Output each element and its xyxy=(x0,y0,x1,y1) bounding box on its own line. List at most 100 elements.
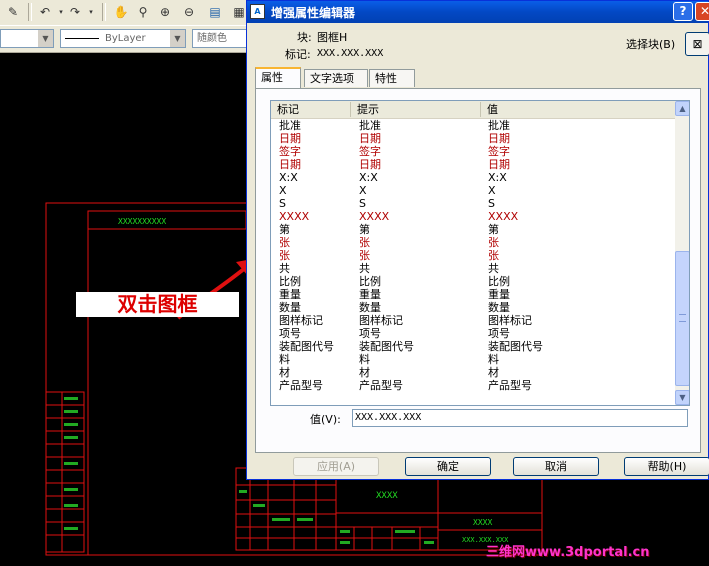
attribute-value-cell: 签字 xyxy=(488,145,510,158)
attribute-prompt-cell: 材 xyxy=(359,366,370,379)
apply-button[interactable]: 应用(A) xyxy=(293,457,379,476)
title-cell-top xyxy=(87,210,247,230)
enhanced-attribute-editor-dialog: A 增强属性编辑器 ? ✕ 块: 图框H 标记: XXX.XXX.XXX 选择块… xyxy=(246,0,709,480)
attribute-tag-cell: 日期 xyxy=(279,132,301,145)
attribute-row[interactable]: 张张张 xyxy=(271,236,675,249)
ok-button[interactable]: 确定 xyxy=(405,457,491,476)
attribute-prompt-cell: 日期 xyxy=(359,132,381,145)
attribute-tag-cell: 签字 xyxy=(279,145,301,158)
scroll-up-icon[interactable]: ▲ xyxy=(675,101,689,116)
app-icon: A xyxy=(250,4,265,19)
title-block-code-1: XXXX xyxy=(473,518,492,527)
value-input[interactable]: XXX.XXX.XXX xyxy=(352,409,688,427)
attribute-row[interactable]: XXXX XXXX XXXX xyxy=(271,210,675,223)
annotation-double-click-frame: 双击图框 xyxy=(76,292,239,317)
attribute-row[interactable]: 共共共 xyxy=(271,262,675,275)
attribute-value-cell: 日期 xyxy=(488,158,510,171)
attribute-row[interactable]: 项号 项号 项号 xyxy=(271,327,675,340)
tag-label: 标记: xyxy=(285,48,311,61)
attribute-prompt-cell: 项号 xyxy=(359,327,381,340)
attribute-row[interactable]: 产品型号 产品型号 产品型号 xyxy=(271,379,675,392)
attribute-prompt-cell: 图样标记 xyxy=(359,314,403,327)
attribute-prompt-cell: 共 xyxy=(359,262,370,275)
watermark-text: 三维网www.3dportal.cn xyxy=(486,545,650,560)
attribute-tag-cell: 项号 xyxy=(279,327,301,340)
attribute-row[interactable]: 第第第 xyxy=(271,223,675,236)
attribute-value-cell: 比例 xyxy=(488,275,510,288)
attribute-row[interactable]: 材材材 xyxy=(271,366,675,379)
attribute-value-cell: 项号 xyxy=(488,327,510,340)
attribute-tag-cell: 材 xyxy=(279,366,290,379)
attribute-tag-cell: 重量 xyxy=(279,288,301,301)
title-block-main-text: XXXX xyxy=(376,491,398,501)
attribute-value-cell: 批准 xyxy=(488,119,510,132)
attribute-row[interactable]: 料料料 xyxy=(271,353,675,366)
titlebar-help-button[interactable]: ? xyxy=(673,2,693,21)
attribute-tag-cell: 批准 xyxy=(279,119,301,132)
attribute-value-cell: 产品型号 xyxy=(488,379,532,392)
block-label: 块: xyxy=(297,31,312,44)
attributes-tab-panel: 标记 提示 值 批准 批准 批准 日期 日期 日期 签字 签字 签字 日期 日期 日期 X:X X:X X:… xyxy=(255,88,701,453)
attribute-tag-cell: 装配图代号 xyxy=(279,340,334,353)
attribute-tag-cell: 日期 xyxy=(279,158,301,171)
scroll-thumb[interactable] xyxy=(675,251,689,386)
attribute-value-cell: XXXX xyxy=(488,210,519,223)
attribute-value-cell: S xyxy=(488,197,495,210)
list-vertical-scrollbar[interactable]: ▲ ▼ xyxy=(675,101,689,405)
attribute-row[interactable]: 图样标记 图样标记 图样标记 xyxy=(271,314,675,327)
attribute-tag-cell: 料 xyxy=(279,353,290,366)
tab-properties[interactable]: 特性 xyxy=(369,69,415,87)
tab-attributes[interactable]: 属性 xyxy=(255,67,301,88)
tab-text-options[interactable]: 文字选项 xyxy=(304,69,368,87)
attribute-value-cell: 数量 xyxy=(488,301,510,314)
attribute-prompt-cell: 批准 xyxy=(359,119,381,132)
attribute-tag-cell: XXXX xyxy=(279,210,310,223)
pick-cursor-icon: ⊠ xyxy=(692,37,703,51)
attribute-tag-cell: X:X xyxy=(279,171,298,184)
attribute-value-cell: 张 xyxy=(488,236,499,249)
attribute-prompt-cell: 料 xyxy=(359,353,370,366)
attribute-prompt-cell: 装配图代号 xyxy=(359,340,414,353)
attribute-row[interactable]: 装配图代号 装配图代号 装配图代号 xyxy=(271,340,675,353)
titlebar-close-button[interactable]: ✕ xyxy=(695,2,709,21)
attribute-list-header: 标记 提示 值 xyxy=(271,101,675,119)
attribute-value-cell: X xyxy=(488,184,496,197)
help-button[interactable]: 帮助(H) xyxy=(624,457,709,476)
attribute-row[interactable]: 日期 日期 日期 xyxy=(271,132,675,145)
attribute-row[interactable]: 日期 日期 日期 xyxy=(271,158,675,171)
select-block-button[interactable]: ⊠ xyxy=(685,32,709,56)
attribute-value-cell: 料 xyxy=(488,353,499,366)
attribute-value-cell: 共 xyxy=(488,262,499,275)
attribute-prompt-cell: 重量 xyxy=(359,288,381,301)
select-block-label: 选择块(B) xyxy=(626,38,676,51)
column-header-tag[interactable]: 标记 xyxy=(271,102,351,117)
attribute-tag-cell: X xyxy=(279,184,287,197)
attribute-row[interactable]: 批准 批准 批准 xyxy=(271,119,675,132)
tag-value: XXX.XXX.XXX xyxy=(317,48,384,59)
attribute-prompt-cell: 张 xyxy=(359,249,370,262)
attribute-row[interactable]: 签字 签字 签字 xyxy=(271,145,675,158)
attribute-row[interactable]: 张张张 xyxy=(271,249,675,262)
column-header-prompt[interactable]: 提示 xyxy=(351,102,481,117)
attribute-value-cell: X:X xyxy=(488,171,507,184)
attribute-list[interactable]: 标记 提示 值 批准 批准 批准 日期 日期 日期 签字 签字 签字 日期 日期 日期 X:X X:X X:… xyxy=(270,100,690,406)
column-header-value[interactable]: 值 xyxy=(481,102,675,117)
attribute-prompt-cell: 数量 xyxy=(359,301,381,314)
dialog-titlebar[interactable]: A 增强属性编辑器 ? ✕ xyxy=(247,1,709,23)
attribute-row[interactable]: 重量 重量 重量 xyxy=(271,288,675,301)
scroll-down-icon[interactable]: ▼ xyxy=(675,390,689,405)
attribute-prompt-cell: S xyxy=(359,197,366,210)
cancel-button[interactable]: 取消 xyxy=(513,457,599,476)
attribute-value-cell: 材 xyxy=(488,366,499,379)
attribute-row[interactable]: XXX xyxy=(271,184,675,197)
attribute-value-cell: 第 xyxy=(488,223,499,236)
attribute-row[interactable]: X:X X:X X:X xyxy=(271,171,675,184)
attribute-row[interactable]: 比例 比例 比例 xyxy=(271,275,675,288)
block-name-value: 图框H xyxy=(317,31,348,44)
attribute-tag-cell: 第 xyxy=(279,223,290,236)
attribute-row[interactable]: SSS xyxy=(271,197,675,210)
attribute-value-cell: 张 xyxy=(488,249,499,262)
attribute-tag-cell: 张 xyxy=(279,236,290,249)
attribute-value-cell: 日期 xyxy=(488,132,510,145)
attribute-row[interactable]: 数量 数量 数量 xyxy=(271,301,675,314)
